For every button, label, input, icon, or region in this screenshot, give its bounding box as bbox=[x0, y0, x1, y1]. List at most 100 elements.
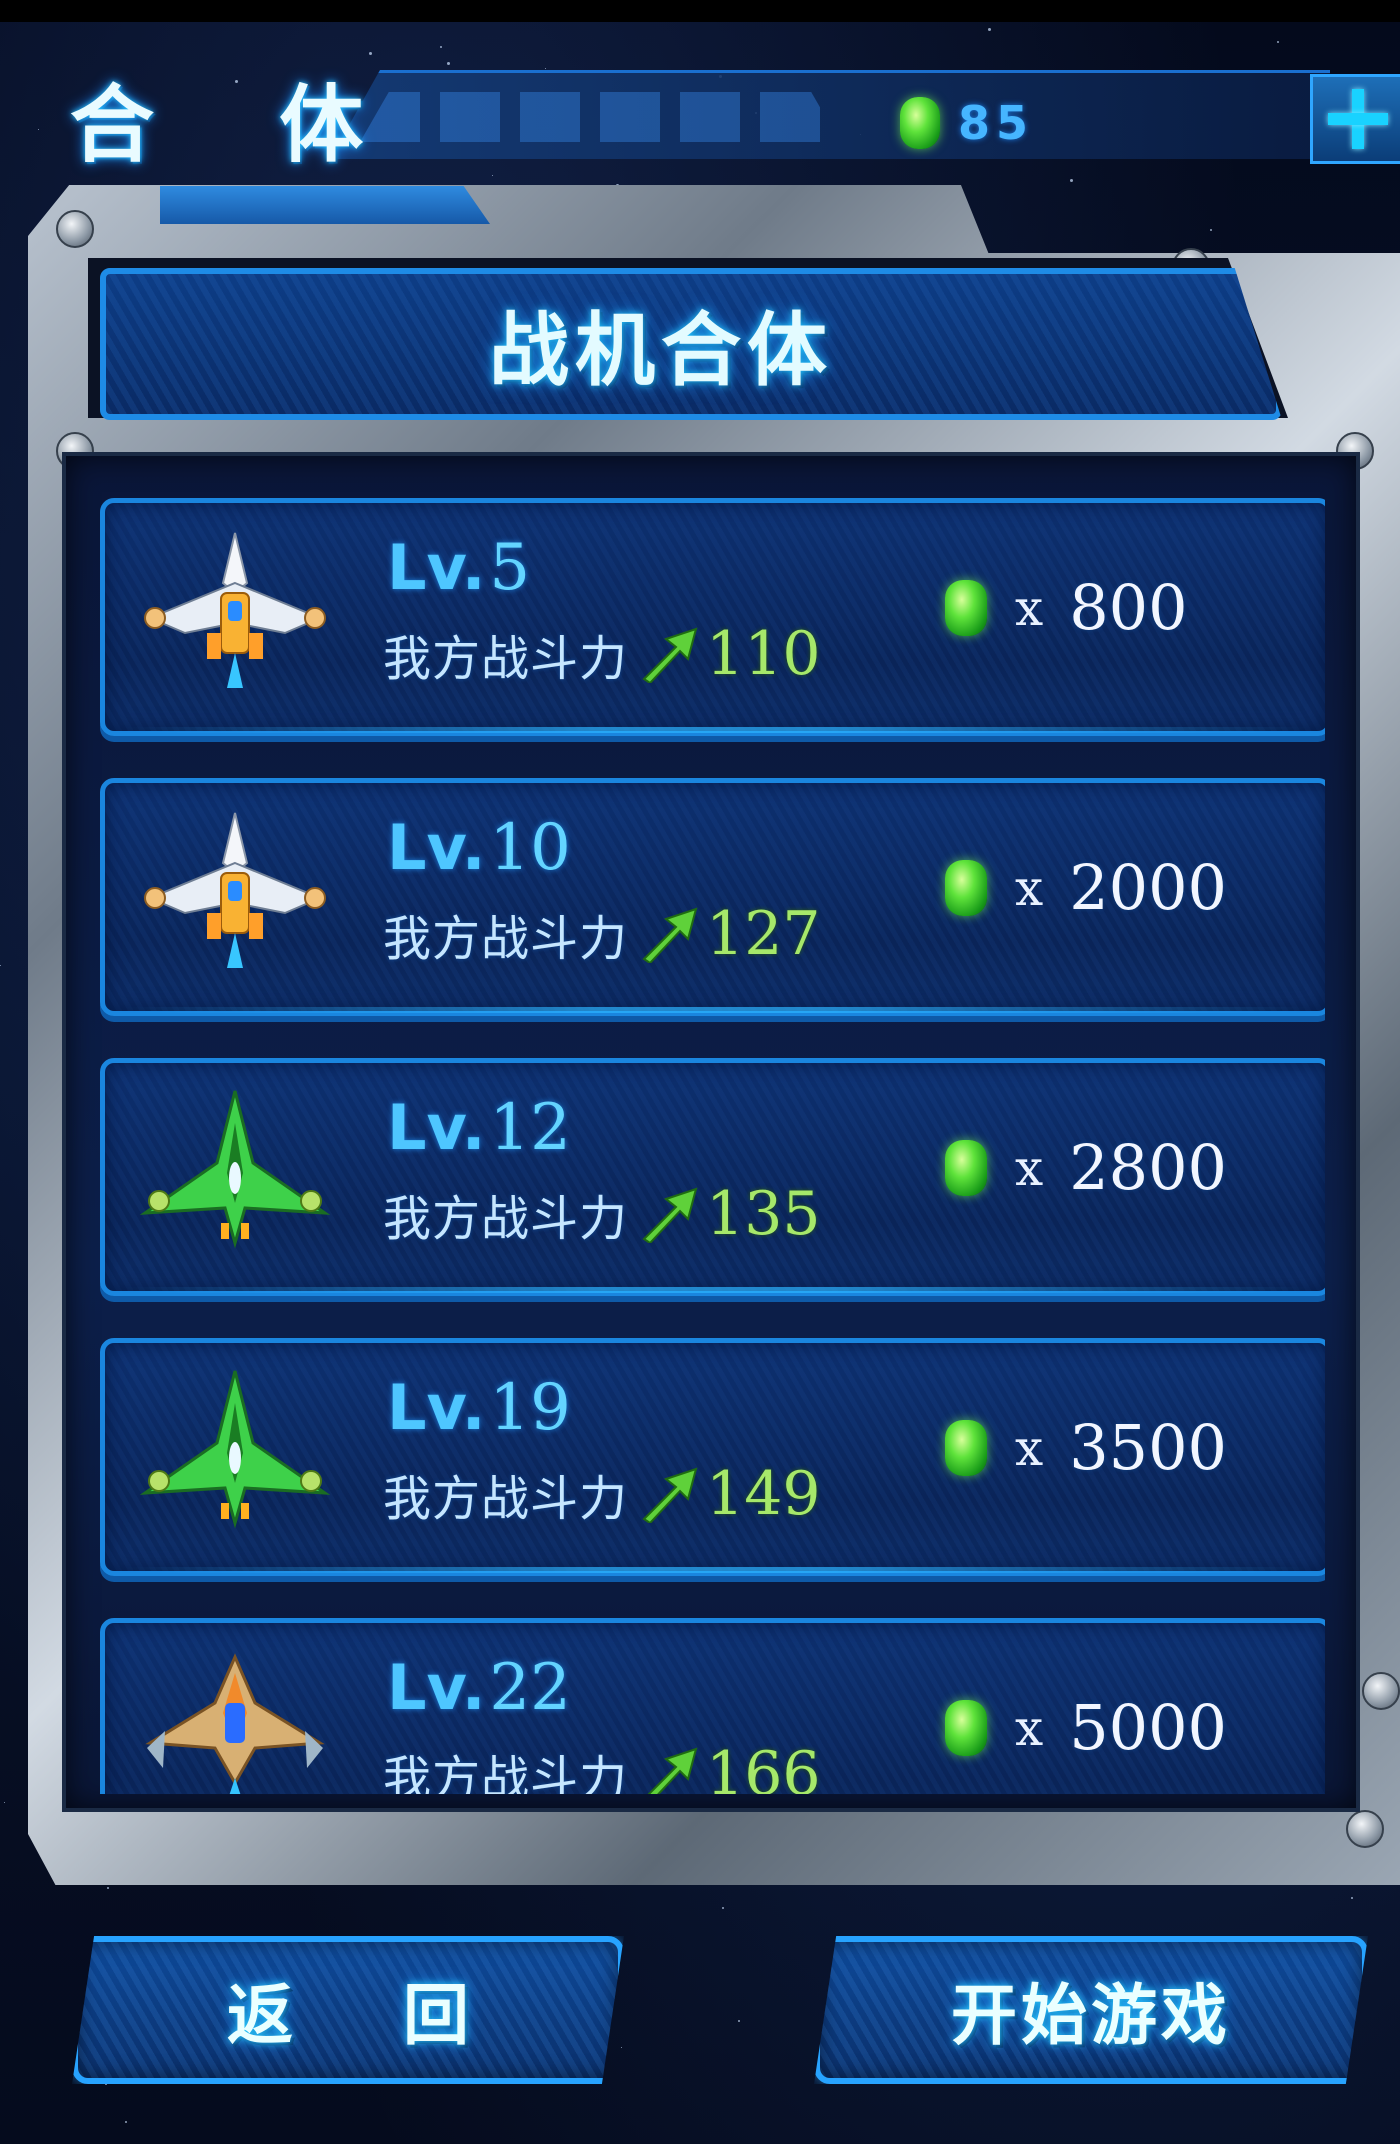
level-label: Lv. 5 bbox=[387, 531, 530, 605]
rivet-icon bbox=[1346, 1810, 1384, 1848]
plus-icon bbox=[1328, 89, 1388, 149]
power-label: 我方战斗力 bbox=[383, 1471, 629, 1527]
level-label: Lv. 10 bbox=[387, 811, 571, 885]
fighter-card[interactable]: Lv. 10 我方战斗力 127 x 2000 bbox=[100, 778, 1325, 1016]
star bbox=[1351, 1897, 1353, 1899]
power-row: 我方战斗力 166 bbox=[383, 1739, 821, 1794]
level-prefix: Lv. bbox=[387, 531, 486, 604]
fighter-card[interactable]: Lv. 12 我方战斗力 135 x 2800 bbox=[100, 1058, 1325, 1296]
top-strip bbox=[0, 0, 1400, 22]
star bbox=[0, 965, 1, 966]
green-gem-icon bbox=[945, 1139, 987, 1196]
star bbox=[125, 2121, 127, 2123]
cost-row: x 3500 bbox=[945, 1411, 1227, 1484]
power-row: 我方战斗力 149 bbox=[383, 1459, 821, 1529]
power-row: 我方战斗力 110 bbox=[383, 619, 821, 689]
star bbox=[4, 1802, 5, 1803]
up-arrow-icon bbox=[642, 627, 698, 683]
cost-multiplier: x bbox=[1015, 1418, 1044, 1477]
level-prefix: Lv. bbox=[387, 1091, 486, 1164]
cost-row: x 5000 bbox=[945, 1691, 1227, 1764]
power-label: 我方战斗力 bbox=[383, 1191, 629, 1247]
currency-value: 85 bbox=[958, 96, 1035, 150]
cost-row: x 800 bbox=[945, 571, 1188, 644]
fighter-card[interactable]: Lv. 19 我方战斗力 149 x 3500 bbox=[100, 1338, 1325, 1576]
star bbox=[722, 1907, 724, 1909]
green-gem-icon bbox=[945, 1419, 987, 1476]
frame-top-tab bbox=[160, 186, 490, 224]
level-prefix: Lv. bbox=[387, 1651, 486, 1724]
level-value: 19 bbox=[489, 1371, 571, 1445]
power-label: 我方战斗力 bbox=[383, 1751, 629, 1794]
back-button-label: 返回 bbox=[227, 1977, 579, 2054]
up-arrow-icon bbox=[642, 1467, 698, 1523]
green-gem-icon bbox=[945, 1699, 987, 1756]
gold-fighter-icon bbox=[135, 1643, 335, 1794]
rivet-icon bbox=[1362, 1672, 1400, 1710]
cost-value: 2800 bbox=[1069, 1131, 1227, 1204]
currency-display: 85 bbox=[900, 88, 1300, 158]
green-fighter-icon bbox=[135, 1083, 335, 1263]
star bbox=[621, 2047, 622, 2048]
start-game-button-label: 开始游戏 bbox=[951, 1977, 1231, 2054]
fighter-card[interactable]: Lv. 5 我方战斗力 110 x 800 bbox=[100, 498, 1325, 736]
cost-row: x 2800 bbox=[945, 1131, 1227, 1204]
star bbox=[988, 28, 991, 31]
cost-multiplier: x bbox=[1015, 1698, 1044, 1757]
power-row: 我方战斗力 127 bbox=[383, 899, 821, 969]
silver-fighter-icon bbox=[135, 523, 335, 703]
power-row: 我方战斗力 135 bbox=[383, 1179, 821, 1249]
up-arrow-icon bbox=[647, 1747, 698, 1794]
up-arrow-icon bbox=[642, 1187, 698, 1243]
power-value: 127 bbox=[706, 899, 821, 969]
cost-value: 5000 bbox=[1069, 1691, 1227, 1764]
cost-value: 3500 bbox=[1069, 1411, 1227, 1484]
power-label: 我方战斗力 bbox=[383, 631, 629, 687]
green-fighter-icon bbox=[135, 1363, 335, 1543]
cost-value: 2000 bbox=[1069, 851, 1227, 924]
level-prefix: Lv. bbox=[387, 1371, 486, 1444]
fusion-screen: 合 体 85 战机合体 Lv. 5 我方战斗力 110 x 800 Lv. 10 我方战斗力 12… bbox=[0, 0, 1400, 2144]
level-value: 12 bbox=[489, 1091, 571, 1165]
start-game-button[interactable]: 开始游戏 bbox=[814, 1936, 1368, 2084]
power-value: 135 bbox=[706, 1179, 821, 1249]
level-label: Lv. 12 bbox=[387, 1091, 571, 1165]
fighter-list[interactable]: Lv. 5 我方战斗力 110 x 800 Lv. 10 我方战斗力 127 x 2000 Lv. 12 我… bbox=[100, 498, 1325, 1794]
level-label: Lv. 19 bbox=[387, 1371, 571, 1445]
level-value: 10 bbox=[489, 811, 571, 885]
level-prefix: Lv. bbox=[387, 811, 486, 884]
green-gem-icon bbox=[945, 579, 987, 636]
cost-row: x 2000 bbox=[945, 851, 1227, 924]
star bbox=[545, 68, 546, 69]
silver-fighter-icon bbox=[135, 803, 335, 983]
panel-banner: 战机合体 bbox=[100, 268, 1282, 420]
cost-multiplier: x bbox=[1015, 578, 1044, 637]
power-label: 我方战斗力 bbox=[383, 911, 629, 967]
star bbox=[107, 1887, 109, 1889]
cost-value: 800 bbox=[1069, 571, 1188, 644]
fighter-card[interactable]: Lv. 22 我方战斗力 166 x 5000 bbox=[100, 1618, 1325, 1794]
star bbox=[492, 175, 493, 176]
star bbox=[1070, 179, 1073, 182]
star bbox=[38, 129, 39, 130]
star bbox=[447, 62, 450, 65]
star bbox=[440, 46, 442, 48]
green-gem-icon bbox=[900, 97, 940, 149]
star bbox=[1210, 229, 1212, 231]
level-value: 5 bbox=[489, 531, 531, 605]
screen-title: 合 体 bbox=[70, 76, 412, 174]
cost-multiplier: x bbox=[1015, 1138, 1044, 1197]
up-arrow-icon bbox=[642, 907, 698, 963]
power-value: 166 bbox=[706, 1739, 821, 1794]
back-button[interactable]: 返回 bbox=[72, 1936, 624, 2084]
cost-multiplier: x bbox=[1015, 858, 1044, 917]
power-value: 149 bbox=[706, 1459, 821, 1529]
green-gem-icon bbox=[945, 859, 987, 916]
rivet-icon bbox=[56, 210, 94, 248]
star bbox=[738, 2020, 740, 2022]
add-currency-button[interactable] bbox=[1310, 74, 1400, 164]
level-label: Lv. 22 bbox=[387, 1651, 571, 1725]
header-stripes bbox=[360, 92, 840, 142]
star bbox=[369, 52, 372, 55]
star bbox=[1277, 41, 1279, 43]
